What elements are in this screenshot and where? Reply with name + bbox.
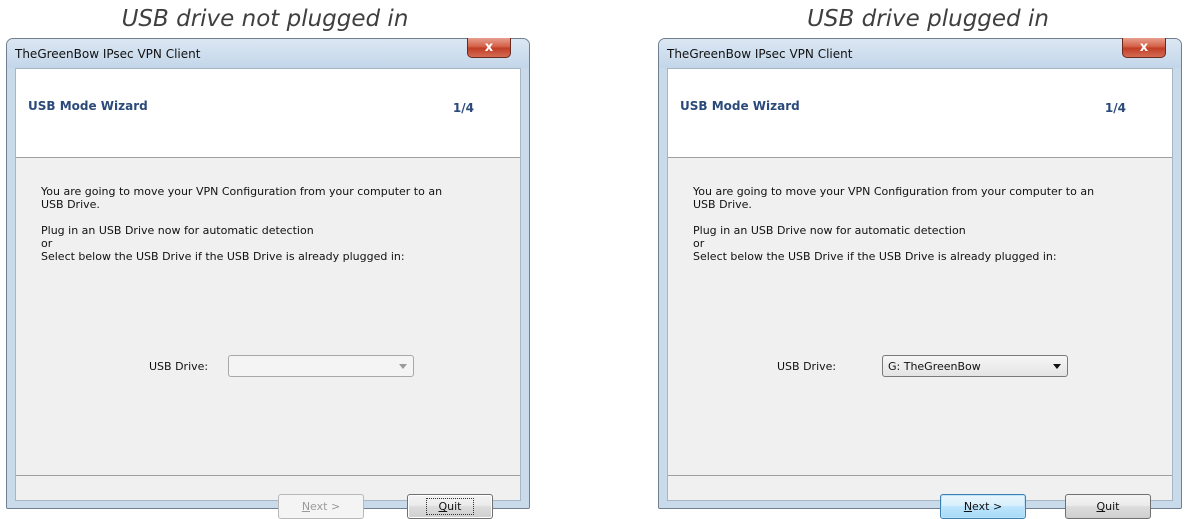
instructions: You are going to move your VPN Configura… (693, 185, 1153, 263)
instructions: You are going to move your VPN Configura… (41, 185, 501, 263)
title-bar[interactable]: TheGreenBow IPsec VPN Client x (7, 38, 529, 68)
left-dialog-window: TheGreenBow IPsec VPN Client x USB Mode … (6, 38, 530, 519)
usb-drive-select[interactable] (228, 355, 414, 377)
quit-button-label: Quit (426, 498, 474, 515)
quit-button-label: Quit (1096, 500, 1120, 513)
instruction-line: You are going to move your VPN Configura… (693, 185, 1095, 198)
instruction-line: You are going to move your VPN Configura… (41, 185, 443, 198)
next-button[interactable]: Next > (278, 494, 364, 519)
quit-button[interactable]: Quit (1065, 494, 1151, 519)
quit-button[interactable]: Quit (407, 494, 493, 519)
close-icon: x (1139, 40, 1149, 55)
next-button-label: Next > (963, 500, 1003, 513)
wizard-title: USB Mode Wizard (680, 99, 800, 113)
dialog-client-area: USB Mode Wizard 1/4 You are going to mov… (667, 68, 1173, 519)
instruction-line: Plug in an USB Drive now for automatic d… (41, 224, 314, 237)
window-title: TheGreenBow IPsec VPN Client (15, 47, 201, 61)
right-dialog-window: TheGreenBow IPsec VPN Client x USB Mode … (658, 38, 1182, 519)
instruction-line: or (41, 237, 53, 250)
chevron-down-icon (399, 364, 407, 369)
close-button[interactable]: x (1122, 38, 1166, 58)
close-icon: x (484, 40, 494, 55)
wizard-step-indicator: 1/4 (1104, 101, 1126, 115)
instruction-line: Plug in an USB Drive now for automatic d… (693, 224, 966, 237)
wizard-header: USB Mode Wizard 1/4 (668, 69, 1172, 158)
close-button[interactable]: x (467, 38, 511, 58)
left-caption: USB drive not plugged in (121, 6, 409, 32)
usb-drive-label: USB Drive: (777, 360, 837, 373)
wizard-step-indicator: 1/4 (452, 101, 474, 115)
dialog-client-area: USB Mode Wizard 1/4 You are going to mov… (15, 68, 521, 519)
right-caption: USB drive plugged in (807, 6, 1049, 32)
usb-drive-value: G: TheGreenBow (888, 360, 981, 373)
footer-divider (16, 475, 520, 476)
instruction-line: USB Drive. (693, 198, 752, 211)
next-button[interactable]: Next > (940, 494, 1026, 519)
instruction-line: Select below the USB Drive if the USB Dr… (41, 250, 405, 263)
instruction-line: USB Drive. (41, 198, 100, 211)
footer-divider (668, 475, 1172, 476)
window-title: TheGreenBow IPsec VPN Client (667, 47, 853, 61)
usb-drive-label: USB Drive: (149, 360, 209, 373)
usb-drive-select[interactable]: G: TheGreenBow (882, 355, 1068, 377)
next-button-label: Next > (301, 500, 341, 513)
instruction-line: Select below the USB Drive if the USB Dr… (693, 250, 1057, 263)
title-bar[interactable]: TheGreenBow IPsec VPN Client x (659, 38, 1181, 68)
wizard-title: USB Mode Wizard (28, 99, 148, 113)
instruction-line: or (693, 237, 705, 250)
wizard-header: USB Mode Wizard 1/4 (16, 69, 520, 158)
chevron-down-icon (1053, 364, 1061, 369)
